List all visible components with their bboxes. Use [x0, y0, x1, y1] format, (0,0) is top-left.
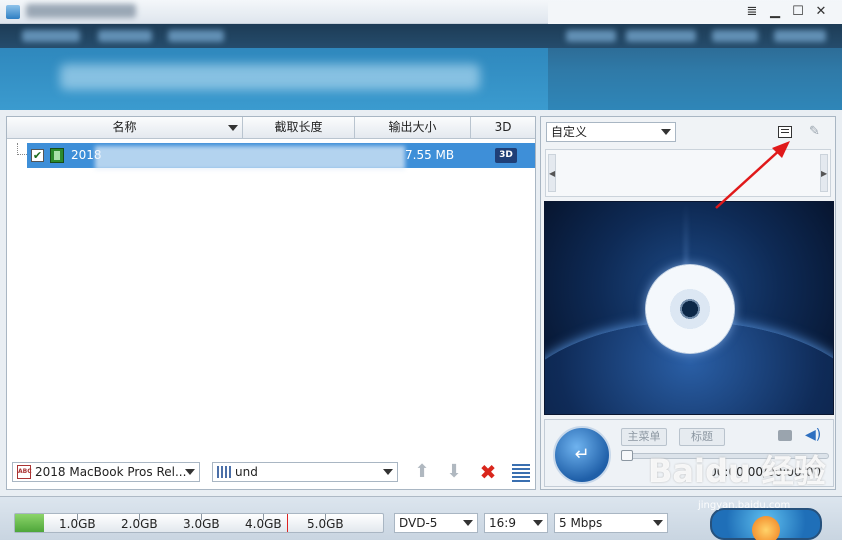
file-list-panel: 名称 截取长度 输出大小 3D ✔ 2018 7.55 MB 3D	[6, 116, 536, 490]
audio-track-icon	[217, 466, 231, 478]
capacity-used-fill	[15, 514, 45, 532]
move-down-button[interactable]: ⬇	[442, 460, 466, 484]
video-preview	[544, 201, 834, 415]
audio-select-value: und	[235, 465, 258, 479]
maximize-button[interactable]: ☐	[789, 3, 807, 21]
baidu-watermark-url: jingyan.baidu.com	[698, 500, 791, 511]
nav-link-blurred[interactable]	[774, 30, 826, 42]
menu-template-select[interactable]: 自定义	[546, 122, 676, 142]
subtitle-select[interactable]: ABC 2018 MacBook Pros Rel...	[12, 462, 200, 482]
capacity-label: 1.0GB	[59, 517, 96, 531]
nav-link-blurred[interactable]	[626, 30, 696, 42]
nav-item-blurred[interactable]	[98, 30, 152, 42]
column-header-duration[interactable]: 截取长度	[243, 117, 355, 139]
edit-icon[interactable]: ✎	[809, 125, 823, 139]
chevron-down-icon	[653, 520, 663, 526]
nav-link-blurred[interactable]	[566, 30, 616, 42]
top-navigation	[0, 24, 842, 48]
capacity-label: 2.0GB	[121, 517, 158, 531]
snapshot-camera-icon[interactable]	[778, 430, 792, 441]
menu-template-value: 自定义	[551, 125, 588, 139]
column-header-label: 3D	[494, 120, 512, 134]
chevron-down-icon	[185, 469, 195, 475]
navigation-pad-button[interactable]: ↵	[553, 426, 611, 484]
seek-slider-knob[interactable]	[621, 450, 633, 461]
3d-settings-icon[interactable]: 3D	[495, 148, 517, 163]
burn-disc-icon	[752, 516, 780, 540]
nav-item-blurred[interactable]	[168, 30, 224, 42]
app-icon	[6, 5, 20, 19]
capacity-label: 4.0GB	[245, 517, 282, 531]
row-checkbox[interactable]: ✔	[31, 149, 44, 162]
volume-icon[interactable]: ◀)	[805, 428, 821, 442]
capacity-limit-marker	[287, 514, 288, 532]
row-details-blurred	[95, 146, 405, 170]
title-button[interactable]: 标题	[679, 428, 725, 446]
sort-dropdown-icon[interactable]	[228, 125, 238, 131]
video-file-icon	[50, 148, 64, 163]
nav-link-blurred[interactable]	[712, 30, 758, 42]
minimize-button[interactable]: ▁	[766, 3, 784, 21]
disc-type-value: DVD-5	[399, 516, 438, 530]
chevron-down-icon	[533, 520, 543, 526]
chevron-down-icon	[463, 520, 473, 526]
bitrate-select[interactable]: 5 Mbps	[554, 513, 668, 533]
disc-capacity-bar: 1.0GB 2.0GB 3.0GB 4.0GB 5.0GB	[14, 513, 384, 533]
column-header-name[interactable]: 名称	[7, 117, 243, 139]
bitrate-value: 5 Mbps	[559, 516, 603, 530]
main-menu-button[interactable]: 主菜单	[621, 428, 667, 446]
column-header-label: 名称	[112, 120, 137, 134]
banner-text-blurred	[60, 64, 480, 90]
close-button[interactable]: ✕	[812, 3, 830, 21]
column-header-output-size[interactable]: 输出大小	[355, 117, 471, 139]
table-row[interactable]: ✔ 2018 7.55 MB 3D	[27, 143, 535, 170]
file-output-size: 7.55 MB	[405, 148, 455, 162]
delete-button[interactable]: ✖	[476, 460, 500, 484]
menu-icon[interactable]: ≣	[743, 3, 761, 21]
capacity-label: 5.0GB	[307, 517, 344, 531]
column-header-label: 截取长度	[274, 120, 323, 134]
preview-panel: 自定义 ✎ ◀ ▶ ↵ 主菜单 标题 ◀) 00:00:00/00:00:00	[540, 116, 836, 490]
aspect-ratio-value: 16:9	[489, 516, 516, 530]
app-header	[0, 24, 842, 110]
tree-connector	[17, 143, 27, 155]
subtitle-icon: ABC	[17, 465, 32, 479]
move-up-button[interactable]: ⬆	[410, 460, 434, 484]
scroll-left-icon[interactable]: ◀	[548, 154, 556, 192]
column-header-3d[interactable]: 3D	[471, 117, 535, 139]
burn-button[interactable]	[710, 508, 822, 540]
clear-list-button[interactable]	[512, 464, 530, 482]
disc-type-select[interactable]: DVD-5	[394, 513, 478, 533]
chevron-down-icon	[383, 469, 393, 475]
capacity-label: 3.0GB	[183, 517, 220, 531]
subtitle-select-value: 2018 MacBook Pros Rel...	[35, 465, 187, 479]
column-header-label: 输出大小	[388, 120, 437, 134]
app-title-blurred	[26, 4, 136, 18]
chevron-down-icon	[661, 129, 671, 135]
dvd-disc-graphic	[645, 264, 735, 354]
nav-item-blurred[interactable]	[22, 30, 80, 42]
audio-track-select[interactable]: und	[212, 462, 398, 482]
scroll-right-icon[interactable]: ▶	[820, 154, 828, 192]
aspect-ratio-select[interactable]: 16:9	[484, 513, 548, 533]
baidu-watermark: Baidu 经验	[648, 452, 826, 490]
menu-settings-icon[interactable]	[778, 126, 792, 138]
template-scroller[interactable]: ◀ ▶	[545, 149, 831, 197]
